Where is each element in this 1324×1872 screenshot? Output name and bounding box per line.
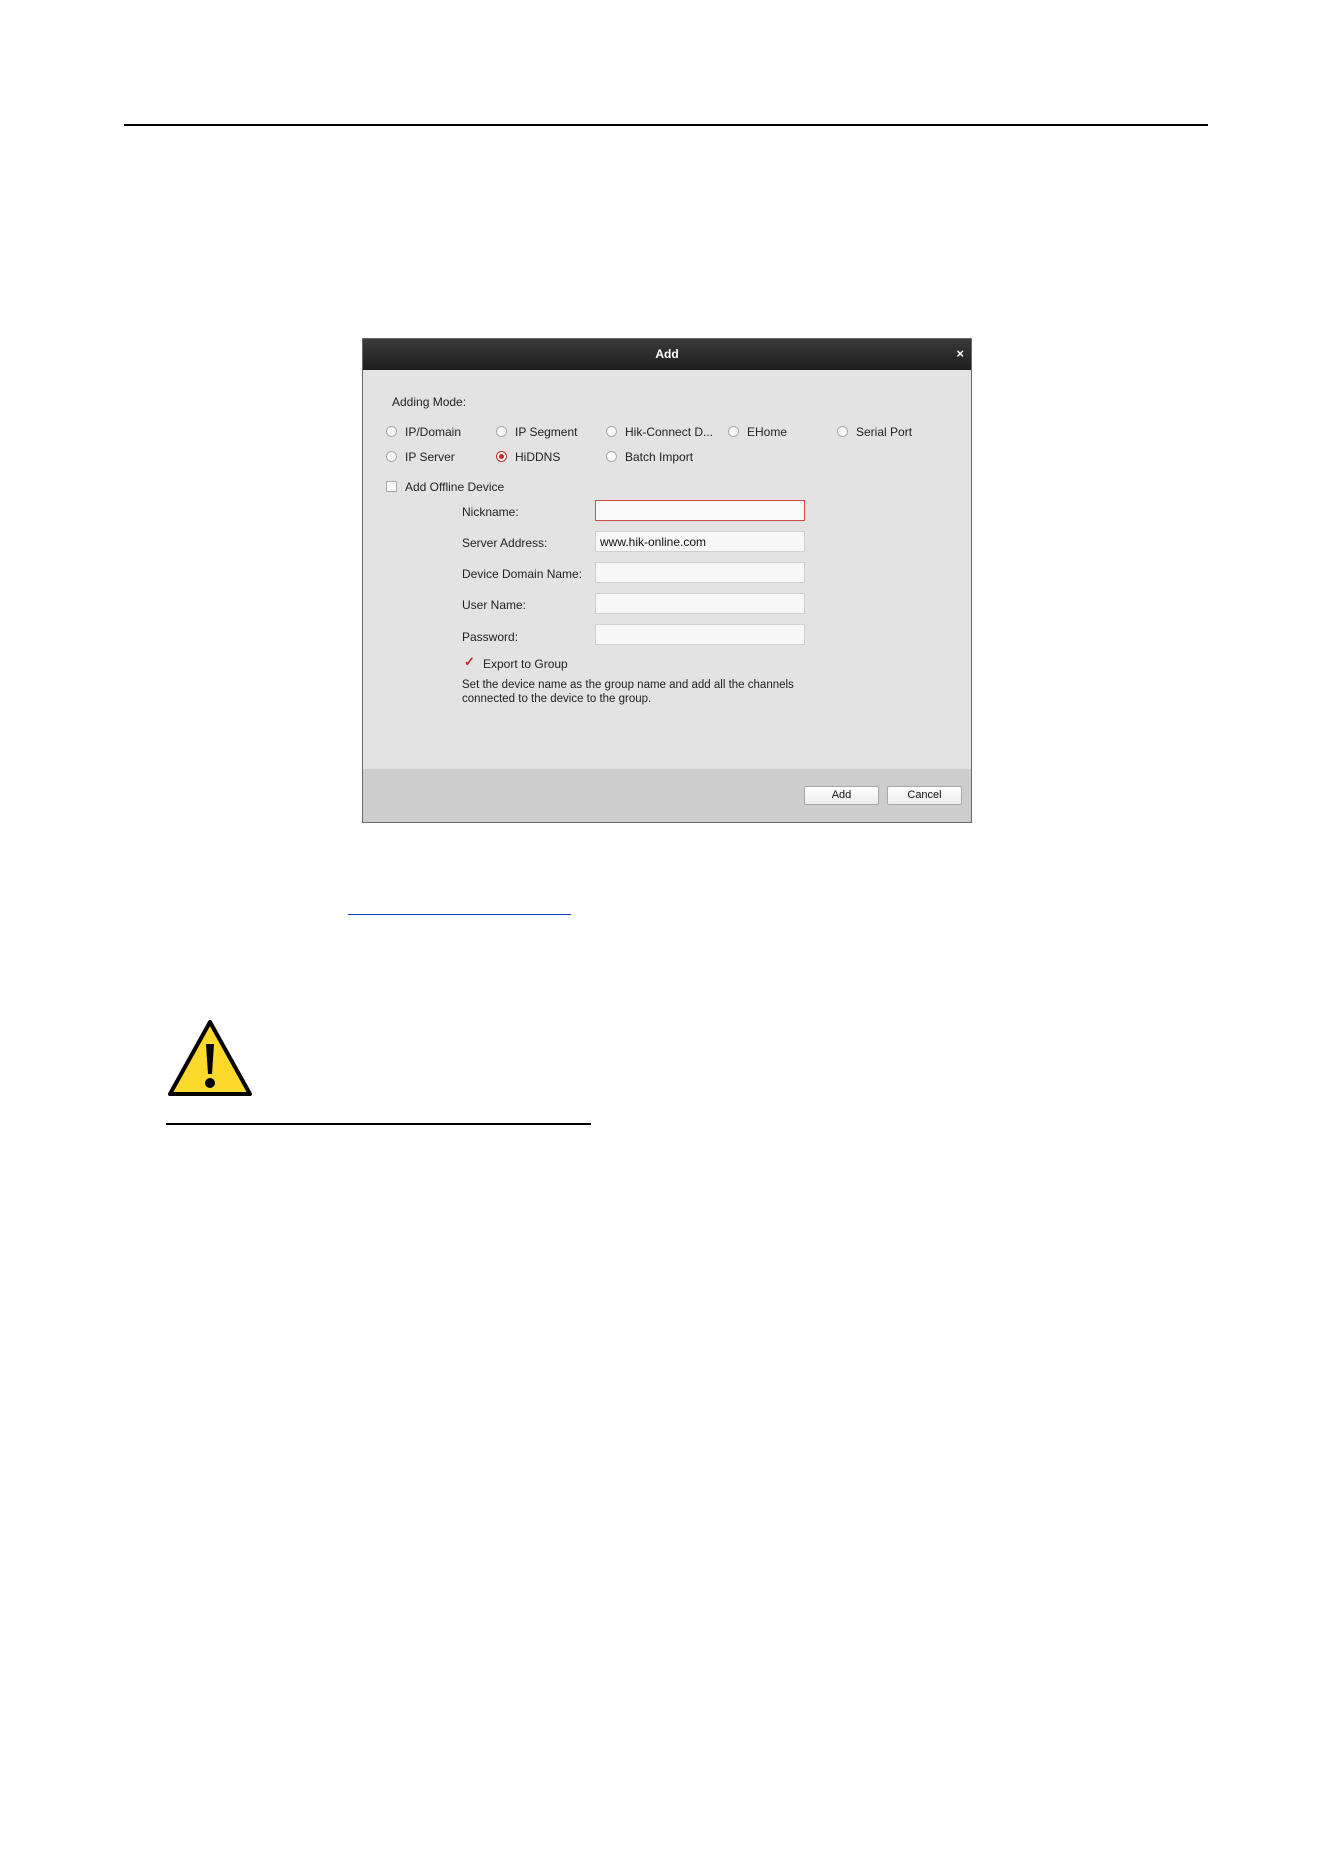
radio-label-hik-connect: Hik-Connect D...: [625, 425, 714, 439]
radio-hik-connect[interactable]: [606, 426, 617, 437]
radio-ehome[interactable]: [728, 426, 739, 437]
user-name-input[interactable]: [595, 593, 805, 614]
dialog-titlebar: Add: [363, 339, 971, 370]
radio-batch-import[interactable]: [606, 451, 617, 462]
radio-label-ip-server: IP Server: [405, 450, 455, 464]
device-domain-name-input[interactable]: [595, 562, 805, 583]
add-device-dialog: Add × Adding Mode: IP/Domain IP Segment …: [362, 338, 972, 823]
radio-label-ehome: EHome: [747, 425, 788, 439]
radio-label-batch-import: Batch Import: [625, 450, 694, 464]
cancel-button[interactable]: Cancel: [887, 786, 962, 805]
radio-ip-segment[interactable]: [496, 426, 507, 437]
dialog-title: Add: [655, 347, 679, 361]
radio-label-hiddns: HiDDNS: [515, 450, 561, 464]
add-button[interactable]: Add: [804, 786, 879, 805]
password-label: Password:: [462, 630, 519, 644]
export-hint-line1: Set the device name as the group name an…: [462, 679, 794, 691]
export-to-group-checkbox[interactable]: ✓: [464, 655, 476, 668]
close-icon[interactable]: ×: [956, 339, 964, 369]
add-offline-device-checkbox[interactable]: [386, 481, 397, 492]
hyperlink-underline[interactable]: [348, 914, 571, 915]
nickname-label: Nickname:: [462, 505, 519, 519]
password-input[interactable]: [595, 624, 805, 645]
dialog-footer: Add Cancel: [363, 769, 971, 822]
nickname-input[interactable]: [595, 500, 805, 521]
user-name-label: User Name:: [462, 598, 527, 612]
radio-label-ip-segment: IP Segment: [515, 425, 578, 439]
export-to-group-label: Export to Group: [483, 657, 568, 671]
radio-serial-port[interactable]: [837, 426, 848, 437]
export-hint-line2: connected to the device to the group.: [462, 693, 652, 705]
radio-label-ip-domain: IP/Domain: [405, 425, 462, 439]
radio-hiddns[interactable]: [496, 451, 507, 462]
server-address-input[interactable]: [595, 531, 805, 552]
warning-triangle-icon: [168, 1020, 252, 1096]
radio-ip-domain[interactable]: [386, 426, 397, 437]
radio-label-serial-port: Serial Port: [856, 425, 913, 439]
adding-mode-label: Adding Mode:: [392, 395, 467, 409]
caution-rule: [166, 1123, 591, 1125]
header-rule: [124, 124, 1208, 126]
radio-ip-server[interactable]: [386, 451, 397, 462]
device-domain-name-label: Device Domain Name:: [462, 567, 583, 581]
server-address-label: Server Address:: [462, 536, 548, 550]
add-offline-device-label: Add Offline Device: [405, 480, 505, 494]
